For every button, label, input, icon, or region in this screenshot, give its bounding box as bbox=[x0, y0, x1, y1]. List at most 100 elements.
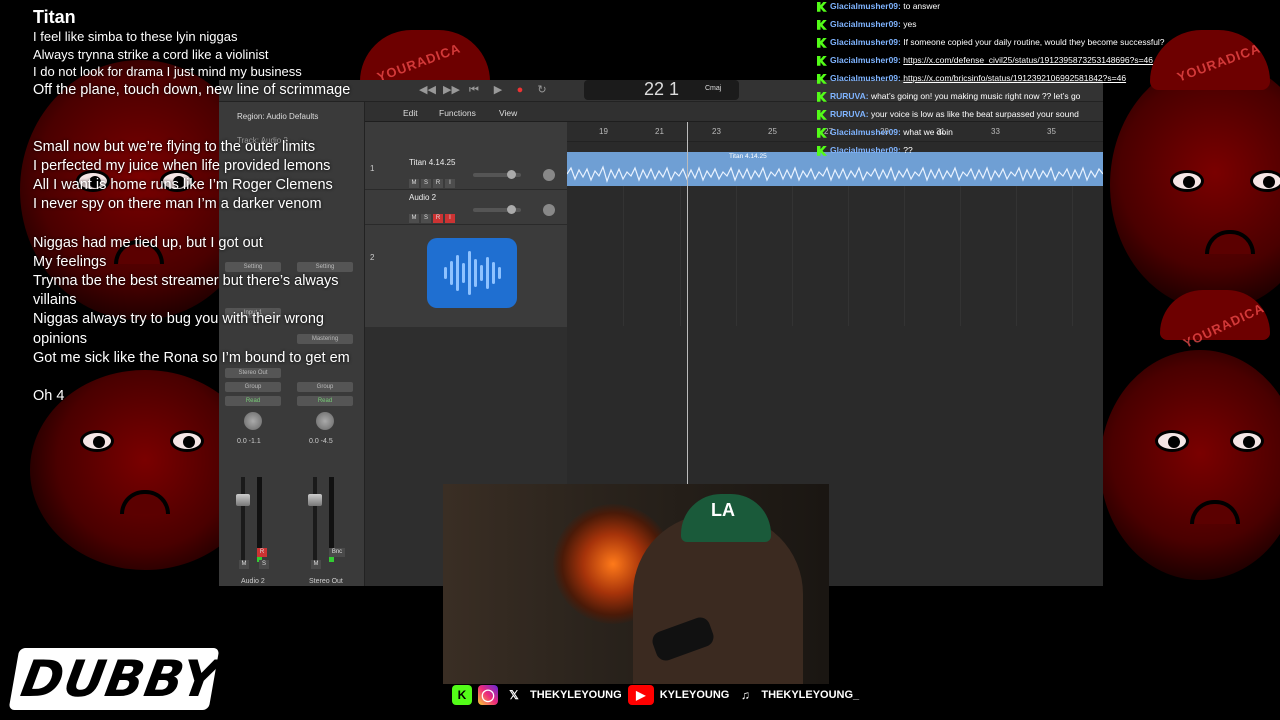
lyrics-overlay: Titan I feel like simba to these lyin ni… bbox=[33, 6, 413, 406]
lyric-line: I perfected my juice when life provided … bbox=[33, 157, 331, 174]
chat-username[interactable]: Glacialmusher09: bbox=[830, 73, 901, 83]
cycle-icon[interactable]: ↻ bbox=[535, 83, 549, 97]
key-signature: Cmaj bbox=[705, 85, 722, 92]
lyric-line: I feel like simba to these lyin niggas bbox=[33, 29, 238, 44]
bg-character-right-2 bbox=[1100, 350, 1280, 580]
menu-view[interactable]: View bbox=[499, 108, 517, 118]
kick-icon bbox=[817, 37, 827, 48]
chat-message: Glacialmusher09: to answer bbox=[817, 0, 1277, 18]
kick-icon bbox=[817, 1, 827, 12]
kick-icon bbox=[817, 145, 827, 156]
chat-text: your voice is low as like the beat surpa… bbox=[870, 109, 1079, 119]
playhead[interactable] bbox=[687, 122, 688, 526]
chat-text: If someone copied your daily routine, wo… bbox=[903, 37, 1165, 47]
chat-overlay: Glacialmusher09: to answer Glacialmusher… bbox=[817, 0, 1277, 162]
tiktok-icon[interactable]: ♫ bbox=[735, 685, 756, 705]
socials-bar: K ◯ 𝕏 THEKYLEYOUNG ▶ KYLEYOUNG ♫ THEKYLE… bbox=[452, 684, 859, 706]
audio-waveform-icon bbox=[427, 238, 517, 308]
lyric-line: Niggas always try to bug you with their … bbox=[33, 311, 324, 328]
track-volume-slider[interactable] bbox=[473, 205, 521, 214]
dubby-logo: DUBBY bbox=[8, 648, 224, 710]
solo-button[interactable]: S bbox=[421, 214, 431, 223]
chat-username[interactable]: RURUVA: bbox=[830, 109, 869, 119]
chat-username[interactable]: Glacialmusher09: bbox=[830, 19, 901, 29]
cap-logo: LA bbox=[711, 500, 735, 520]
waveform bbox=[567, 165, 1103, 183]
record-icon[interactable]: ● bbox=[513, 83, 527, 97]
x-handle[interactable]: THEKYLEYOUNG bbox=[530, 689, 622, 701]
kick-icon bbox=[817, 55, 827, 66]
logo-text: DUBBY bbox=[16, 650, 224, 708]
ruler-tick: 19 bbox=[599, 127, 608, 136]
solo-button[interactable]: S bbox=[421, 179, 431, 188]
chat-message: RURUVA: what’s going on! you making musi… bbox=[817, 90, 1277, 108]
track-volume-slider[interactable] bbox=[473, 170, 521, 179]
input-monitor-button[interactable]: I bbox=[445, 214, 455, 223]
chat-message: Glacialmusher09: ?? bbox=[817, 144, 1277, 162]
track-buttons: MSRI bbox=[409, 206, 457, 224]
instagram-icon[interactable]: ◯ bbox=[478, 685, 498, 705]
lyric-line: I do not look for drama I just mind my b… bbox=[33, 64, 302, 79]
chat-username[interactable]: Glacialmusher09: bbox=[830, 55, 901, 65]
volume-fader-track bbox=[241, 477, 245, 562]
play-icon[interactable]: ▶ bbox=[491, 83, 505, 97]
track-name[interactable]: Audio 2 bbox=[409, 193, 436, 202]
kick-icon[interactable]: K bbox=[452, 685, 472, 705]
youtube-handle[interactable]: KYLEYOUNG bbox=[660, 689, 730, 701]
channel-name: Audio 2 bbox=[241, 578, 265, 585]
tiktok-handle[interactable]: THEKYLEYOUNG_ bbox=[761, 689, 859, 701]
chat-username[interactable]: Glacialmusher09: bbox=[830, 127, 901, 137]
kick-icon bbox=[817, 19, 827, 30]
channel-name: Stereo Out bbox=[309, 578, 343, 585]
volume-fader[interactable] bbox=[236, 494, 250, 506]
chat-username[interactable]: RURUVA: bbox=[830, 91, 869, 101]
go-to-start-icon[interactable]: ⏮ bbox=[467, 83, 481, 97]
chat-message: Glacialmusher09: https://x.com/defense_c… bbox=[817, 54, 1277, 72]
rewind-icon[interactable]: ◀◀ bbox=[419, 83, 436, 97]
ruler-tick: 21 bbox=[655, 127, 664, 136]
chat-text: to answer bbox=[903, 1, 941, 11]
input-monitor-button[interactable]: I bbox=[445, 179, 455, 188]
track-buttons: MSRI bbox=[409, 171, 457, 189]
chat-text: ?? bbox=[903, 145, 913, 155]
lyric-line: I never spy on there man I’m a darker ve… bbox=[33, 196, 322, 213]
lyric-line: Always trynna strike a cord like a violi… bbox=[33, 46, 269, 62]
track-pan-knob[interactable] bbox=[543, 169, 555, 181]
lyric-line: Niggas had me tied up, but I got out bbox=[33, 234, 263, 251]
chat-username[interactable]: Glacialmusher09: bbox=[830, 1, 901, 11]
chat-link[interactable]: https://x.com/bricsinfo/status/191239210… bbox=[903, 73, 1126, 83]
lyric-line: villains bbox=[33, 292, 77, 309]
ruler-tick: 23 bbox=[712, 127, 721, 136]
chat-username[interactable]: Glacialmusher09: bbox=[830, 37, 901, 47]
solo-button[interactable]: S bbox=[259, 560, 269, 569]
bounce-button[interactable]: Bnc bbox=[329, 548, 345, 557]
kick-icon bbox=[817, 127, 827, 138]
volume-fader-track bbox=[313, 477, 317, 562]
forward-icon[interactable]: ▶▶ bbox=[443, 83, 460, 97]
pan-knob[interactable] bbox=[244, 412, 262, 430]
channel-values: 0.0 -4.5 bbox=[309, 438, 333, 445]
track-name[interactable]: Titan 4.14.25 bbox=[409, 158, 455, 167]
pan-knob[interactable] bbox=[316, 412, 334, 430]
chat-message: Glacialmusher09: what we doin bbox=[817, 126, 1277, 144]
song-title: Titan bbox=[33, 7, 76, 27]
mute-button[interactable]: M bbox=[311, 560, 321, 569]
x-icon[interactable]: 𝕏 bbox=[504, 685, 524, 705]
record-button[interactable]: R bbox=[433, 214, 443, 223]
chat-link[interactable]: https://x.com/defense_civil25/status/191… bbox=[903, 55, 1153, 65]
chat-text: what’s going on! you making music right … bbox=[870, 91, 1081, 101]
mute-button[interactable]: M bbox=[239, 560, 249, 569]
record-enable-button[interactable]: R bbox=[257, 548, 267, 557]
volume-fader[interactable] bbox=[308, 494, 322, 506]
chat-message: Glacialmusher09: yes bbox=[817, 18, 1277, 36]
chat-message: Glacialmusher09: https://x.com/bricsinfo… bbox=[817, 72, 1277, 90]
youtube-icon[interactable]: ▶ bbox=[627, 685, 654, 705]
lyric-line: Trynna tbe the best streamer but there’s… bbox=[33, 272, 339, 289]
chat-message: Glacialmusher09: If someone copied your … bbox=[817, 36, 1277, 54]
lyric-line: All I want is home runs like I’m Roger C… bbox=[33, 177, 333, 194]
menu-functions[interactable]: Functions bbox=[439, 108, 476, 118]
chat-username[interactable]: Glacialmusher09: bbox=[830, 145, 901, 155]
lyric-line: Got me sick like the Rona so I’m bound t… bbox=[33, 349, 350, 366]
record-button[interactable]: R bbox=[433, 179, 443, 188]
track-pan-knob[interactable] bbox=[543, 204, 555, 216]
